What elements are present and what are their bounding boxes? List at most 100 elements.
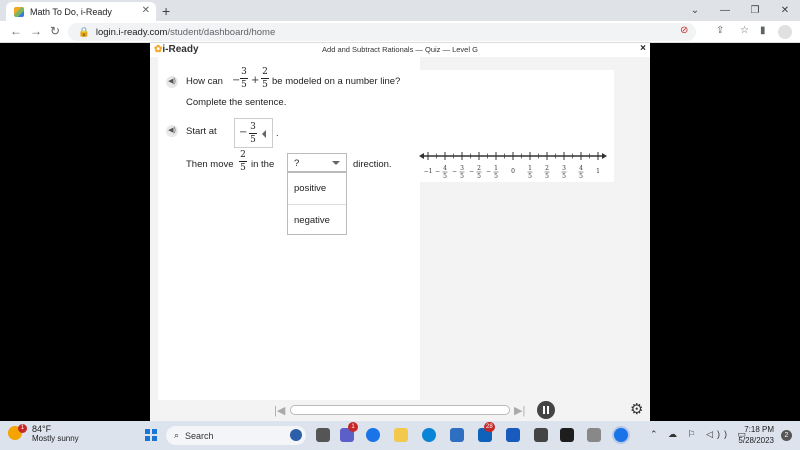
quiz-title: Add and Subtract Rationals — Quiz — Leve…	[322, 45, 478, 54]
speaker-icon[interactable]: ◀)	[166, 125, 178, 137]
weather-text: Mostly sunny	[32, 434, 79, 443]
tick-label-numerator: 1	[528, 165, 532, 172]
start-button[interactable]	[145, 429, 157, 441]
chrome-active-icon[interactable]	[614, 428, 628, 442]
clock[interactable]: 7:18 PM 5/28/2023	[738, 424, 774, 446]
chevron-down-icon	[332, 161, 340, 165]
progress-slider[interactable]	[290, 405, 510, 415]
direction-label: direction.	[353, 159, 392, 170]
in-the-text: in the	[251, 159, 275, 170]
dropdown-value: ?	[294, 158, 300, 169]
tab-close-icon[interactable]: ✕	[142, 5, 150, 16]
speaker-icon[interactable]: ◀)	[166, 76, 178, 88]
tab-search-icon[interactable]: ⌄	[680, 0, 710, 21]
new-tab-button[interactable]: +	[162, 3, 170, 19]
calculator-icon[interactable]	[534, 428, 548, 442]
bing-icon	[290, 429, 302, 441]
browser-tab[interactable]: Math To Do, i-Ready ✕	[6, 2, 156, 21]
question-area: ◀) How can − 35 + 25 be modeled on a num…	[150, 57, 650, 400]
clock-time: 7:18 PM	[744, 425, 774, 434]
tick-label: 1	[596, 168, 600, 175]
lock-icon: 🔒	[78, 26, 90, 38]
tick-label-numerator: 2	[477, 165, 481, 172]
start-fraction: 35	[249, 122, 257, 145]
quiz-close-button[interactable]: ×	[640, 43, 646, 54]
move-fraction: 25	[239, 150, 247, 173]
edge-icon[interactable]	[422, 428, 436, 442]
skip-forward-icon[interactable]: ▶|	[514, 404, 525, 417]
side-panel-icon[interactable]: ▮	[760, 25, 766, 36]
mail-badge: 28	[484, 422, 495, 432]
maximize-button[interactable]: ❐	[740, 0, 770, 21]
tick-label-denominator: 5	[562, 173, 566, 180]
direction-dropdown[interactable]: ?	[287, 153, 347, 172]
blocked-popup-icon[interactable]: ⊘	[680, 25, 688, 36]
tick-label-denominator: 5	[545, 173, 549, 180]
search-icon: ⌕	[174, 430, 180, 440]
taskbar-search[interactable]: ⌕ Search	[166, 426, 306, 445]
option-positive[interactable]: positive	[288, 173, 346, 204]
iready-favicon-icon	[14, 6, 24, 17]
task-view-icon[interactable]	[316, 428, 330, 442]
temperature: 84°F	[32, 424, 52, 434]
url-host: login.i-ready.com	[95, 26, 168, 38]
bookmark-star-icon[interactable]: ☆	[740, 25, 749, 36]
reload-icon[interactable]: ↻	[50, 24, 60, 38]
tick-label-numerator: 2	[545, 165, 549, 172]
tick-label-denominator: 5	[528, 173, 532, 180]
instruction-text: Complete the sentence.	[186, 97, 287, 108]
tab-title: Math To Do, i-Ready	[30, 6, 112, 17]
tick-label-numerator: 3	[460, 165, 464, 172]
store-icon[interactable]	[450, 428, 464, 442]
tick-label-numerator: 4	[579, 165, 583, 172]
address-bar[interactable]: 🔒 login.i-ready.com/student/dashboard/ho…	[68, 23, 696, 41]
tick-label: 0	[511, 168, 515, 175]
browser-toolbar: ← → ↻ 🔒 login.i-ready.com/student/dashbo…	[0, 21, 800, 43]
tick-label-sign: −	[452, 168, 457, 175]
prompt-prefix: How can	[186, 76, 223, 87]
profile-avatar-icon[interactable]	[778, 25, 792, 42]
prompt-suffix: be modeled on a number line?	[272, 76, 401, 87]
option-negative[interactable]: negative	[288, 204, 346, 235]
number-line-panel: −1−4 5−3 5−2 5−1 5 0 1 5 2 5 3 5 4 5 1	[418, 70, 614, 182]
window-controls: ⌄ — ❐ ✕	[680, 0, 800, 21]
iready-app: Add and Subtract Rationals — Quiz — Leve…	[150, 43, 650, 421]
share-icon[interactable]: ⇪	[716, 25, 724, 36]
amazon-icon[interactable]	[560, 428, 574, 442]
weather-widget[interactable]: 1 84°F Mostly sunny	[8, 424, 79, 443]
minimize-button[interactable]: —	[710, 0, 740, 21]
plus-operator: +	[251, 75, 260, 86]
system-tray-icons[interactable]: ⌃ ☁ ⚐ ◁)) ▭	[650, 429, 750, 440]
term1-fraction: 35	[240, 67, 248, 90]
start-period: .	[276, 128, 279, 139]
search-label: Search	[185, 430, 214, 441]
weather-badge: 1	[18, 424, 27, 433]
url-path: /student/dashboard/home	[167, 26, 276, 38]
gear-icon[interactable]: ⚙	[630, 401, 643, 419]
tick-label-sign: −	[469, 168, 474, 175]
notification-badge[interactable]: 2	[781, 430, 792, 441]
start-value-box[interactable]: − 35	[234, 118, 273, 148]
word-icon[interactable]	[506, 428, 520, 442]
tick-label-sign: −	[435, 168, 440, 175]
question-panel: ◀) How can − 35 + 25 be modeled on a num…	[158, 57, 420, 400]
dropdown-options: positive negative	[287, 172, 347, 235]
file-explorer-icon[interactable]	[394, 428, 408, 442]
browser-tab-strip: Math To Do, i-Ready ✕ + ⌄ — ❐ ✕	[0, 0, 800, 21]
back-arrow-icon[interactable]: ←	[10, 24, 22, 38]
number-line: −1−45− 35− 25− 150 152535451	[419, 152, 607, 180]
forward-arrow-icon[interactable]: →	[30, 24, 42, 38]
pause-button[interactable]	[537, 401, 555, 419]
camera-icon[interactable]	[587, 428, 601, 442]
start-label: Start at	[186, 126, 217, 137]
tick-label-numerator: 1	[494, 165, 498, 172]
start-sign: −	[239, 127, 248, 138]
tick-label: −1	[424, 168, 433, 175]
teams-badge: 1	[348, 422, 358, 432]
close-window-button[interactable]: ✕	[770, 0, 800, 21]
skip-back-icon[interactable]: |◀	[274, 404, 285, 417]
arrow-right-icon	[602, 153, 607, 159]
tick-label-denominator: 5	[494, 173, 498, 180]
chrome-icon[interactable]	[366, 428, 380, 442]
app-header: Add and Subtract Rationals — Quiz — Leve…	[150, 43, 650, 57]
